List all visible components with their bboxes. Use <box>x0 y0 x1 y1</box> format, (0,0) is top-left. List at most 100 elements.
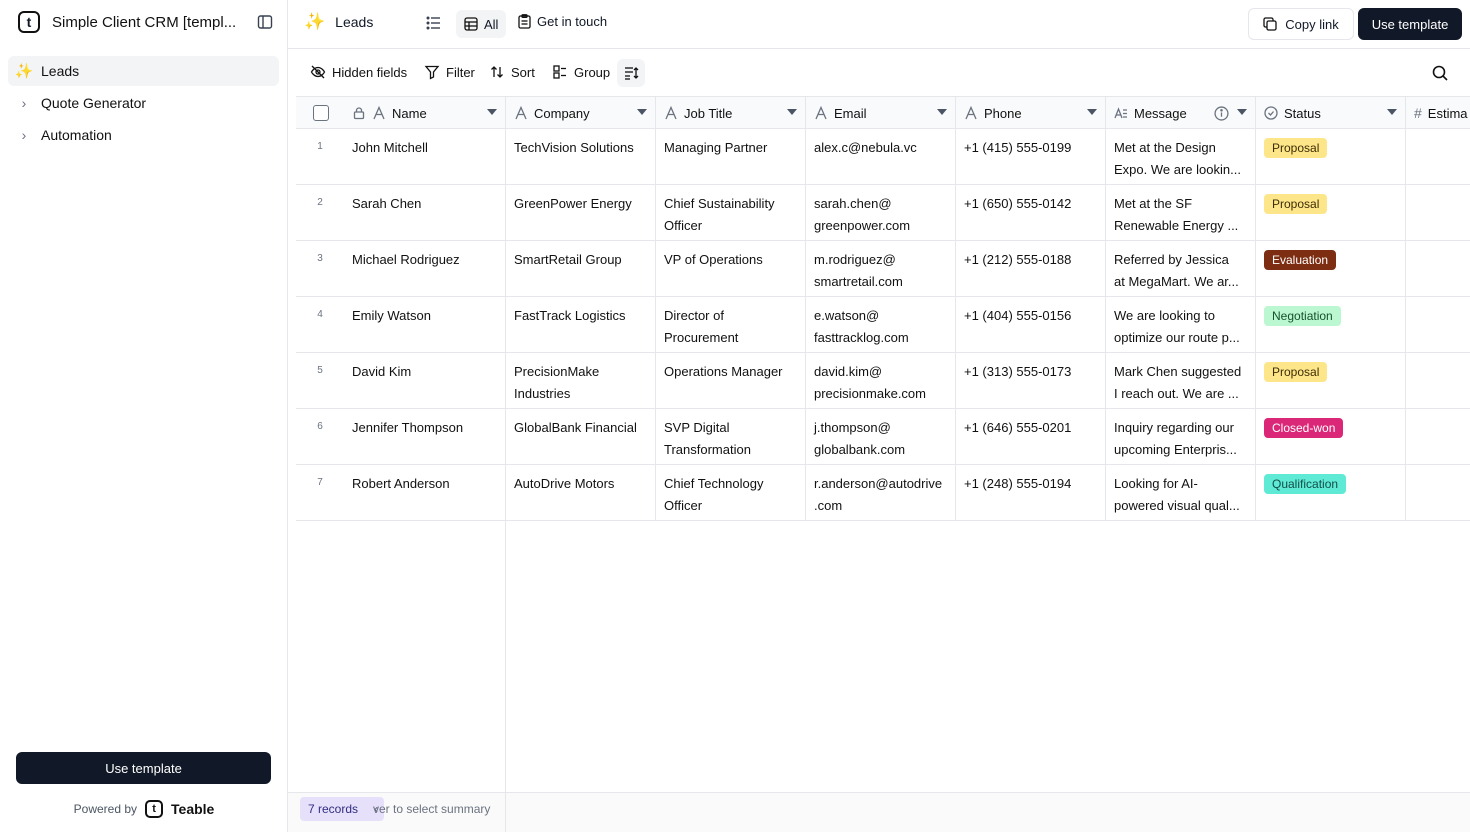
cell-email[interactable]: alex.c@nebula.vc <box>806 129 956 185</box>
chevron-right-icon[interactable]: › <box>14 127 34 143</box>
cell-phone[interactable]: +1 (313) 555-0173 <box>956 353 1106 409</box>
cell-name[interactable]: John Mitchell <box>344 129 506 185</box>
chevron-right-icon[interactable]: › <box>14 95 34 111</box>
sidebar-toggle-icon[interactable] <box>257 14 273 30</box>
cell-status[interactable]: Proposal <box>1256 129 1406 185</box>
cell-job[interactable]: Director of Procurement <box>656 297 806 353</box>
cell-job[interactable]: Operations Manager <box>656 353 806 409</box>
cell-name[interactable]: David Kim <box>344 353 506 409</box>
cell-email[interactable]: sarah.chen@ greenpower.com <box>806 185 956 241</box>
use-template-button[interactable]: Use template <box>1358 8 1462 40</box>
cell-phone[interactable]: +1 (646) 555-0201 <box>956 409 1106 465</box>
chevron-down-icon[interactable] <box>487 109 497 115</box>
cell-estimate[interactable] <box>1406 241 1470 297</box>
list-icon[interactable] <box>425 14 443 32</box>
app-title[interactable]: Simple Client CRM [templ... <box>52 14 236 31</box>
cell-name[interactable]: Michael Rodriguez <box>344 241 506 297</box>
table-row[interactable]: 4 Emily Watson FastTrack Logistics Director… <box>296 297 1470 353</box>
cell-phone[interactable]: +1 (650) 555-0142 <box>956 185 1106 241</box>
group-button[interactable]: Group <box>552 64 610 80</box>
column-header-job-title[interactable]: Job Title <box>656 97 806 129</box>
chevron-down-icon[interactable] <box>637 109 647 115</box>
cell-company[interactable]: TechVision Solutions <box>506 129 656 185</box>
cell-company[interactable]: FastTrack Logistics <box>506 297 656 353</box>
info-icon[interactable] <box>1214 106 1229 121</box>
filter-button[interactable]: Filter <box>424 64 475 80</box>
cell-status[interactable]: Closed-won <box>1256 409 1406 465</box>
column-header-status[interactable]: Status <box>1256 97 1406 129</box>
cell-message[interactable]: Mark Chen suggested I reach out. We are … <box>1106 353 1256 409</box>
cell-estimate[interactable] <box>1406 297 1470 353</box>
search-icon[interactable] <box>1431 64 1449 82</box>
powered-by[interactable]: Powered by t Teable <box>0 800 288 818</box>
chevron-down-icon[interactable] <box>937 109 947 115</box>
cell-email[interactable]: r.anderson@autodrive .com <box>806 465 956 521</box>
cell-message[interactable]: Met at the SF Renewable Energy ... <box>1106 185 1256 241</box>
cell-company[interactable]: PrecisionMake Industries <box>506 353 656 409</box>
cell-message[interactable]: Looking for AI-powered visual qual... <box>1106 465 1256 521</box>
chevron-down-icon[interactable] <box>1237 109 1247 115</box>
table-row[interactable]: 2 Sarah Chen GreenPower Energy Chief Sustai… <box>296 185 1470 241</box>
cell-email[interactable]: m.rodriguez@ smartretail.com <box>806 241 956 297</box>
cell-name[interactable]: Sarah Chen <box>344 185 506 241</box>
cell-job[interactable]: Chief Sustainability Officer <box>656 185 806 241</box>
sidebar-use-template-button[interactable]: Use template <box>16 752 271 784</box>
copy-link-button[interactable]: Copy link <box>1248 8 1354 40</box>
column-header-phone[interactable]: Phone <box>956 97 1106 129</box>
get-in-touch-button[interactable]: Get in touch <box>518 14 607 29</box>
sidebar-item-leads[interactable]: ✨ Leads <box>8 56 279 86</box>
cell-phone[interactable]: +1 (212) 555-0188 <box>956 241 1106 297</box>
table-name[interactable]: ✨ Leads <box>304 12 373 32</box>
cell-phone[interactable]: +1 (404) 555-0156 <box>956 297 1106 353</box>
cell-company[interactable]: SmartRetail Group <box>506 241 656 297</box>
records-count-badge[interactable]: 7 records ‹ <box>300 797 385 821</box>
cell-company[interactable]: GlobalBank Financial <box>506 409 656 465</box>
sort-button[interactable]: Sort <box>489 64 535 80</box>
table-row[interactable]: 7 Robert Anderson AutoDrive Motors Chief Te… <box>296 465 1470 521</box>
cell-job[interactable]: VP of Operations <box>656 241 806 297</box>
column-header-name[interactable]: Name <box>344 97 506 129</box>
cell-message[interactable]: Met at the Design Expo. We are lookin... <box>1106 129 1256 185</box>
cell-name[interactable]: Jennifer Thompson <box>344 409 506 465</box>
cell-job[interactable]: SVP Digital Transformation <box>656 409 806 465</box>
cell-estimate[interactable] <box>1406 185 1470 241</box>
cell-message[interactable]: Inquiry regarding our upcoming Enterpris.… <box>1106 409 1256 465</box>
select-all-checkbox[interactable] <box>313 105 329 121</box>
table-row[interactable]: 6 Jennifer Thompson GlobalBank Financial SV… <box>296 409 1470 465</box>
cell-phone[interactable]: +1 (248) 555-0194 <box>956 465 1106 521</box>
sidebar-item-quote-generator[interactable]: › Quote Generator <box>8 88 279 118</box>
column-header-estimate[interactable]: # Estima <box>1406 97 1470 129</box>
row-height-button[interactable] <box>617 59 645 87</box>
chevron-down-icon[interactable] <box>787 109 797 115</box>
column-header-company[interactable]: Company <box>506 97 656 129</box>
table-row[interactable]: 5 David Kim PrecisionMake Industries Operat… <box>296 353 1470 409</box>
table-row[interactable]: 1 John Mitchell TechVision Solutions Managi… <box>296 129 1470 185</box>
cell-phone[interactable]: +1 (415) 555-0199 <box>956 129 1106 185</box>
cell-status[interactable]: Proposal <box>1256 353 1406 409</box>
cell-name[interactable]: Emily Watson <box>344 297 506 353</box>
cell-email[interactable]: e.watson@ fasttracklog.com <box>806 297 956 353</box>
cell-job[interactable]: Managing Partner <box>656 129 806 185</box>
cell-message[interactable]: We are looking to optimize our route p... <box>1106 297 1256 353</box>
hidden-fields-button[interactable]: Hidden fields <box>310 64 407 80</box>
cell-name[interactable]: Robert Anderson <box>344 465 506 521</box>
teable-logo-icon[interactable]: t <box>18 11 40 33</box>
cell-status[interactable]: Negotiation <box>1256 297 1406 353</box>
cell-email[interactable]: david.kim@ precisionmake.com <box>806 353 956 409</box>
chevron-down-icon[interactable] <box>1087 109 1097 115</box>
cell-job[interactable]: Chief Technology Officer <box>656 465 806 521</box>
cell-status[interactable]: Proposal <box>1256 185 1406 241</box>
cell-estimate[interactable] <box>1406 353 1470 409</box>
cell-status[interactable]: Evaluation <box>1256 241 1406 297</box>
cell-estimate[interactable]: $1 <box>1406 409 1470 465</box>
cell-message[interactable]: Referred by Jessica at MegaMart. We ar... <box>1106 241 1256 297</box>
sidebar-item-automation[interactable]: › Automation <box>8 120 279 150</box>
cell-company[interactable]: AutoDrive Motors <box>506 465 656 521</box>
column-header-email[interactable]: Email <box>806 97 956 129</box>
cell-estimate[interactable] <box>1406 465 1470 521</box>
cell-company[interactable]: GreenPower Energy <box>506 185 656 241</box>
table-row[interactable]: 3 Michael Rodriguez SmartRetail Group VP of… <box>296 241 1470 297</box>
column-header-message[interactable]: Message <box>1106 97 1256 129</box>
cell-status[interactable]: Qualification <box>1256 465 1406 521</box>
cell-estimate[interactable] <box>1406 129 1470 185</box>
